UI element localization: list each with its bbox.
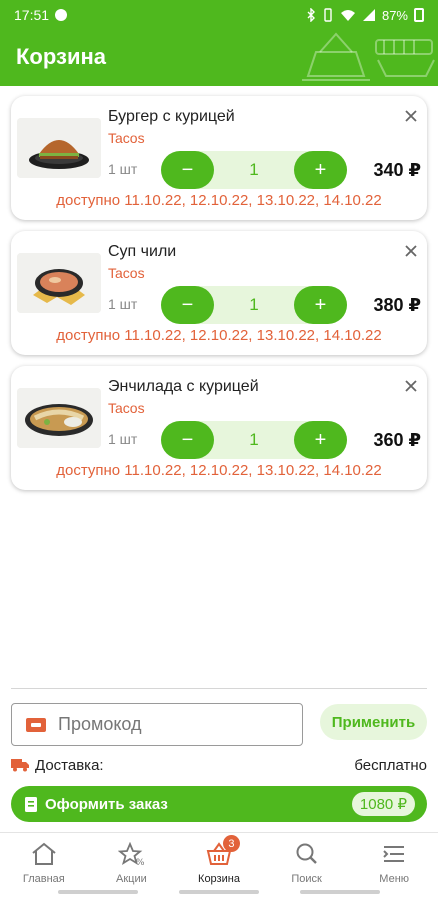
- quantity-value: 1: [249, 160, 259, 179]
- cart-count-badge: 3: [222, 835, 240, 852]
- nav-label: Главная: [22, 873, 65, 885]
- cart-item: Суп чили Tacos 1 шт − 1 + 380 ₽ доступно…: [11, 231, 427, 355]
- quantity-stepper: − 1 +: [161, 151, 347, 189]
- status-bar: 17:51 87%: [0, 0, 438, 30]
- nav-label: Поиск: [291, 873, 322, 885]
- decrease-quantity-button[interactable]: −: [161, 286, 214, 324]
- quantity-value: 1: [249, 430, 259, 449]
- availability-dates: доступно 11.10.22, 12.10.22, 13.10.22, 1…: [56, 462, 382, 479]
- item-price: 380 ₽: [373, 295, 421, 315]
- remove-item-button[interactable]: [401, 106, 421, 126]
- item-store[interactable]: Tacos: [108, 130, 145, 146]
- gesture-bar: [58, 890, 380, 894]
- close-icon: [405, 245, 417, 257]
- basket-decoration-icon: [302, 32, 435, 81]
- nav-label: Корзина: [198, 873, 240, 885]
- close-icon: [405, 110, 417, 122]
- promo-placeholder: Промокод: [58, 714, 142, 734]
- item-store[interactable]: Tacos: [108, 265, 145, 281]
- apply-promo-button[interactable]: Применить: [320, 704, 427, 740]
- divider: [11, 688, 427, 689]
- wifi-icon: [340, 10, 355, 21]
- checkout-button[interactable]: Оформить заказ 1080 ₽: [11, 786, 427, 822]
- increase-quantity-button[interactable]: +: [294, 151, 347, 189]
- item-unit: 1 шт: [108, 161, 138, 177]
- star-percent-icon: %: [118, 841, 144, 867]
- quantity-value: 1: [249, 295, 259, 314]
- close-icon: [405, 380, 417, 392]
- remove-item-button[interactable]: [401, 241, 421, 261]
- coupon-icon: [26, 717, 46, 732]
- decrease-quantity-button[interactable]: −: [161, 421, 214, 459]
- battery-icon: [414, 8, 424, 22]
- item-price: 360 ₽: [373, 430, 421, 450]
- truck-icon: [11, 759, 29, 772]
- nav-label: Акции: [116, 873, 147, 885]
- decrease-quantity-button[interactable]: −: [161, 151, 214, 189]
- nav-label: Меню: [379, 873, 410, 885]
- item-unit: 1 шт: [108, 431, 138, 447]
- page-title: Корзина: [16, 44, 106, 69]
- item-image-soup: [17, 253, 101, 313]
- item-unit: 1 шт: [108, 296, 138, 312]
- increase-quantity-button[interactable]: +: [294, 286, 347, 324]
- promo-code-input[interactable]: Промокод: [11, 703, 303, 746]
- search-icon: [294, 841, 320, 867]
- availability-dates: доступно 11.10.22, 12.10.22, 13.10.22, 1…: [56, 327, 382, 344]
- battery-percent: 87%: [381, 7, 408, 23]
- status-time: 17:51: [14, 7, 50, 23]
- delivery-label: Доставка:: [35, 756, 104, 774]
- notification-icon: [55, 9, 68, 21]
- cart-item: Бургер с курицей Tacos 1 шт − 1 + 340 ₽ …: [11, 96, 427, 220]
- delivery-value: бесплатно: [354, 756, 427, 774]
- increase-quantity-button[interactable]: +: [294, 421, 347, 459]
- order-total: 1080 ₽: [351, 792, 415, 816]
- availability-dates: доступно 11.10.22, 12.10.22, 13.10.22, 1…: [56, 192, 382, 209]
- checkout-label: Оформить заказ: [45, 795, 168, 813]
- menu-icon: [381, 841, 407, 867]
- item-name: Бургер с курицей: [108, 108, 235, 125]
- item-name: Энчилада с курицей: [108, 378, 259, 395]
- item-name: Суп чили: [108, 243, 177, 260]
- item-image-burger: [17, 118, 101, 178]
- status-right: 87%: [306, 8, 424, 23]
- quantity-stepper: − 1 +: [161, 286, 347, 324]
- item-store[interactable]: Tacos: [108, 400, 145, 416]
- receipt-icon: [25, 796, 37, 812]
- home-icon: [31, 841, 57, 867]
- cart-item: Энчилада с курицей Tacos 1 шт − 1 + 360 …: [11, 366, 427, 490]
- app-bar: Корзина: [0, 30, 438, 86]
- item-price: 340 ₽: [373, 160, 421, 180]
- basket-icon: 3: [206, 835, 240, 867]
- item-image-enchilada: [17, 388, 101, 448]
- remove-item-button[interactable]: [401, 376, 421, 396]
- vibrate-icon: [324, 8, 332, 22]
- delivery-row: Доставка: бесплатно: [11, 754, 427, 776]
- bottom-navigation: Главная % Акции 3 Корзина Поиск Меню: [0, 832, 438, 900]
- bluetooth-icon: [307, 8, 315, 22]
- quantity-stepper: − 1 +: [161, 421, 347, 459]
- svg-text:%: %: [136, 858, 144, 866]
- signal-icon: [362, 9, 375, 21]
